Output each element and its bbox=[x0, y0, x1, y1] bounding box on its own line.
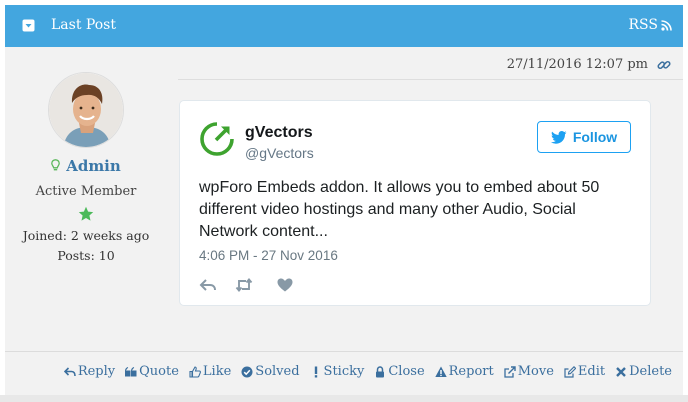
like-button[interactable]: Like bbox=[189, 364, 231, 379]
report-button[interactable]: Report bbox=[434, 364, 494, 379]
twitter-bird-icon bbox=[550, 130, 567, 144]
avatar[interactable] bbox=[48, 72, 124, 148]
tweet-author-name[interactable]: gVectors bbox=[245, 124, 313, 142]
reply-button[interactable]: Reply bbox=[63, 364, 115, 379]
author-name[interactable]: Admin bbox=[66, 157, 121, 175]
follow-label: Follow bbox=[572, 129, 618, 145]
move-icon bbox=[504, 365, 516, 378]
post-date: 27/11/2016 12:07 pm bbox=[506, 57, 648, 72]
heart-icon[interactable] bbox=[276, 277, 294, 293]
tweet-text: wpForo Embeds addon. It allows you to em… bbox=[199, 179, 600, 240]
close-button[interactable]: Close bbox=[374, 364, 425, 379]
author-role: Active Member bbox=[35, 184, 137, 199]
thumbs-up-icon bbox=[189, 365, 201, 378]
reply-icon[interactable] bbox=[199, 277, 217, 293]
retweet-icon[interactable] bbox=[235, 277, 253, 293]
author-posts: Posts: 10 bbox=[57, 248, 115, 263]
header-title: Last Post bbox=[51, 17, 116, 33]
avatar-image bbox=[49, 73, 123, 147]
link-icon[interactable] bbox=[657, 58, 671, 72]
follow-button[interactable]: Follow bbox=[537, 121, 631, 153]
solved-button[interactable]: Solved bbox=[241, 364, 300, 379]
post-top-divider bbox=[178, 79, 683, 80]
rss-label: RSS bbox=[628, 17, 658, 33]
edit-button[interactable]: Edit bbox=[564, 364, 605, 379]
tweet-author-handle[interactable]: @gVectors bbox=[245, 145, 314, 161]
sticky-button[interactable]: Sticky bbox=[310, 364, 364, 379]
collapse-icon[interactable] bbox=[22, 19, 35, 32]
gvectors-logo-icon bbox=[200, 122, 234, 156]
author-joined: Joined: 2 weeks ago bbox=[22, 228, 150, 243]
warning-icon bbox=[434, 366, 447, 377]
embedded-tweet[interactable]: gVectors @gVectors Follow wpForo Embeds … bbox=[179, 100, 651, 306]
delete-button[interactable]: Delete bbox=[615, 364, 672, 379]
lock-icon bbox=[376, 365, 385, 377]
move-button[interactable]: Move bbox=[504, 364, 554, 379]
check-circle-icon bbox=[241, 366, 253, 377]
tweet-timestamp[interactable]: 4:06 PM - 27 Nov 2016 bbox=[199, 248, 338, 263]
exclamation-icon bbox=[314, 366, 317, 377]
rss-icon bbox=[661, 19, 672, 31]
star-icon bbox=[78, 206, 94, 221]
reply-icon bbox=[63, 366, 76, 376]
divider bbox=[0, 395, 688, 402]
author-name-row: Admin bbox=[0, 157, 172, 175]
rss-link[interactable]: RSS bbox=[629, 17, 672, 33]
quote-icon bbox=[125, 366, 137, 376]
post-actions: Reply Quote Like Solved Sticky Close Rep… bbox=[63, 364, 672, 379]
lightbulb-icon bbox=[51, 159, 61, 171]
edit-icon bbox=[564, 365, 576, 378]
post-header: Last Post RSS bbox=[5, 5, 683, 47]
times-icon bbox=[616, 366, 626, 377]
quote-button[interactable]: Quote bbox=[125, 364, 179, 379]
